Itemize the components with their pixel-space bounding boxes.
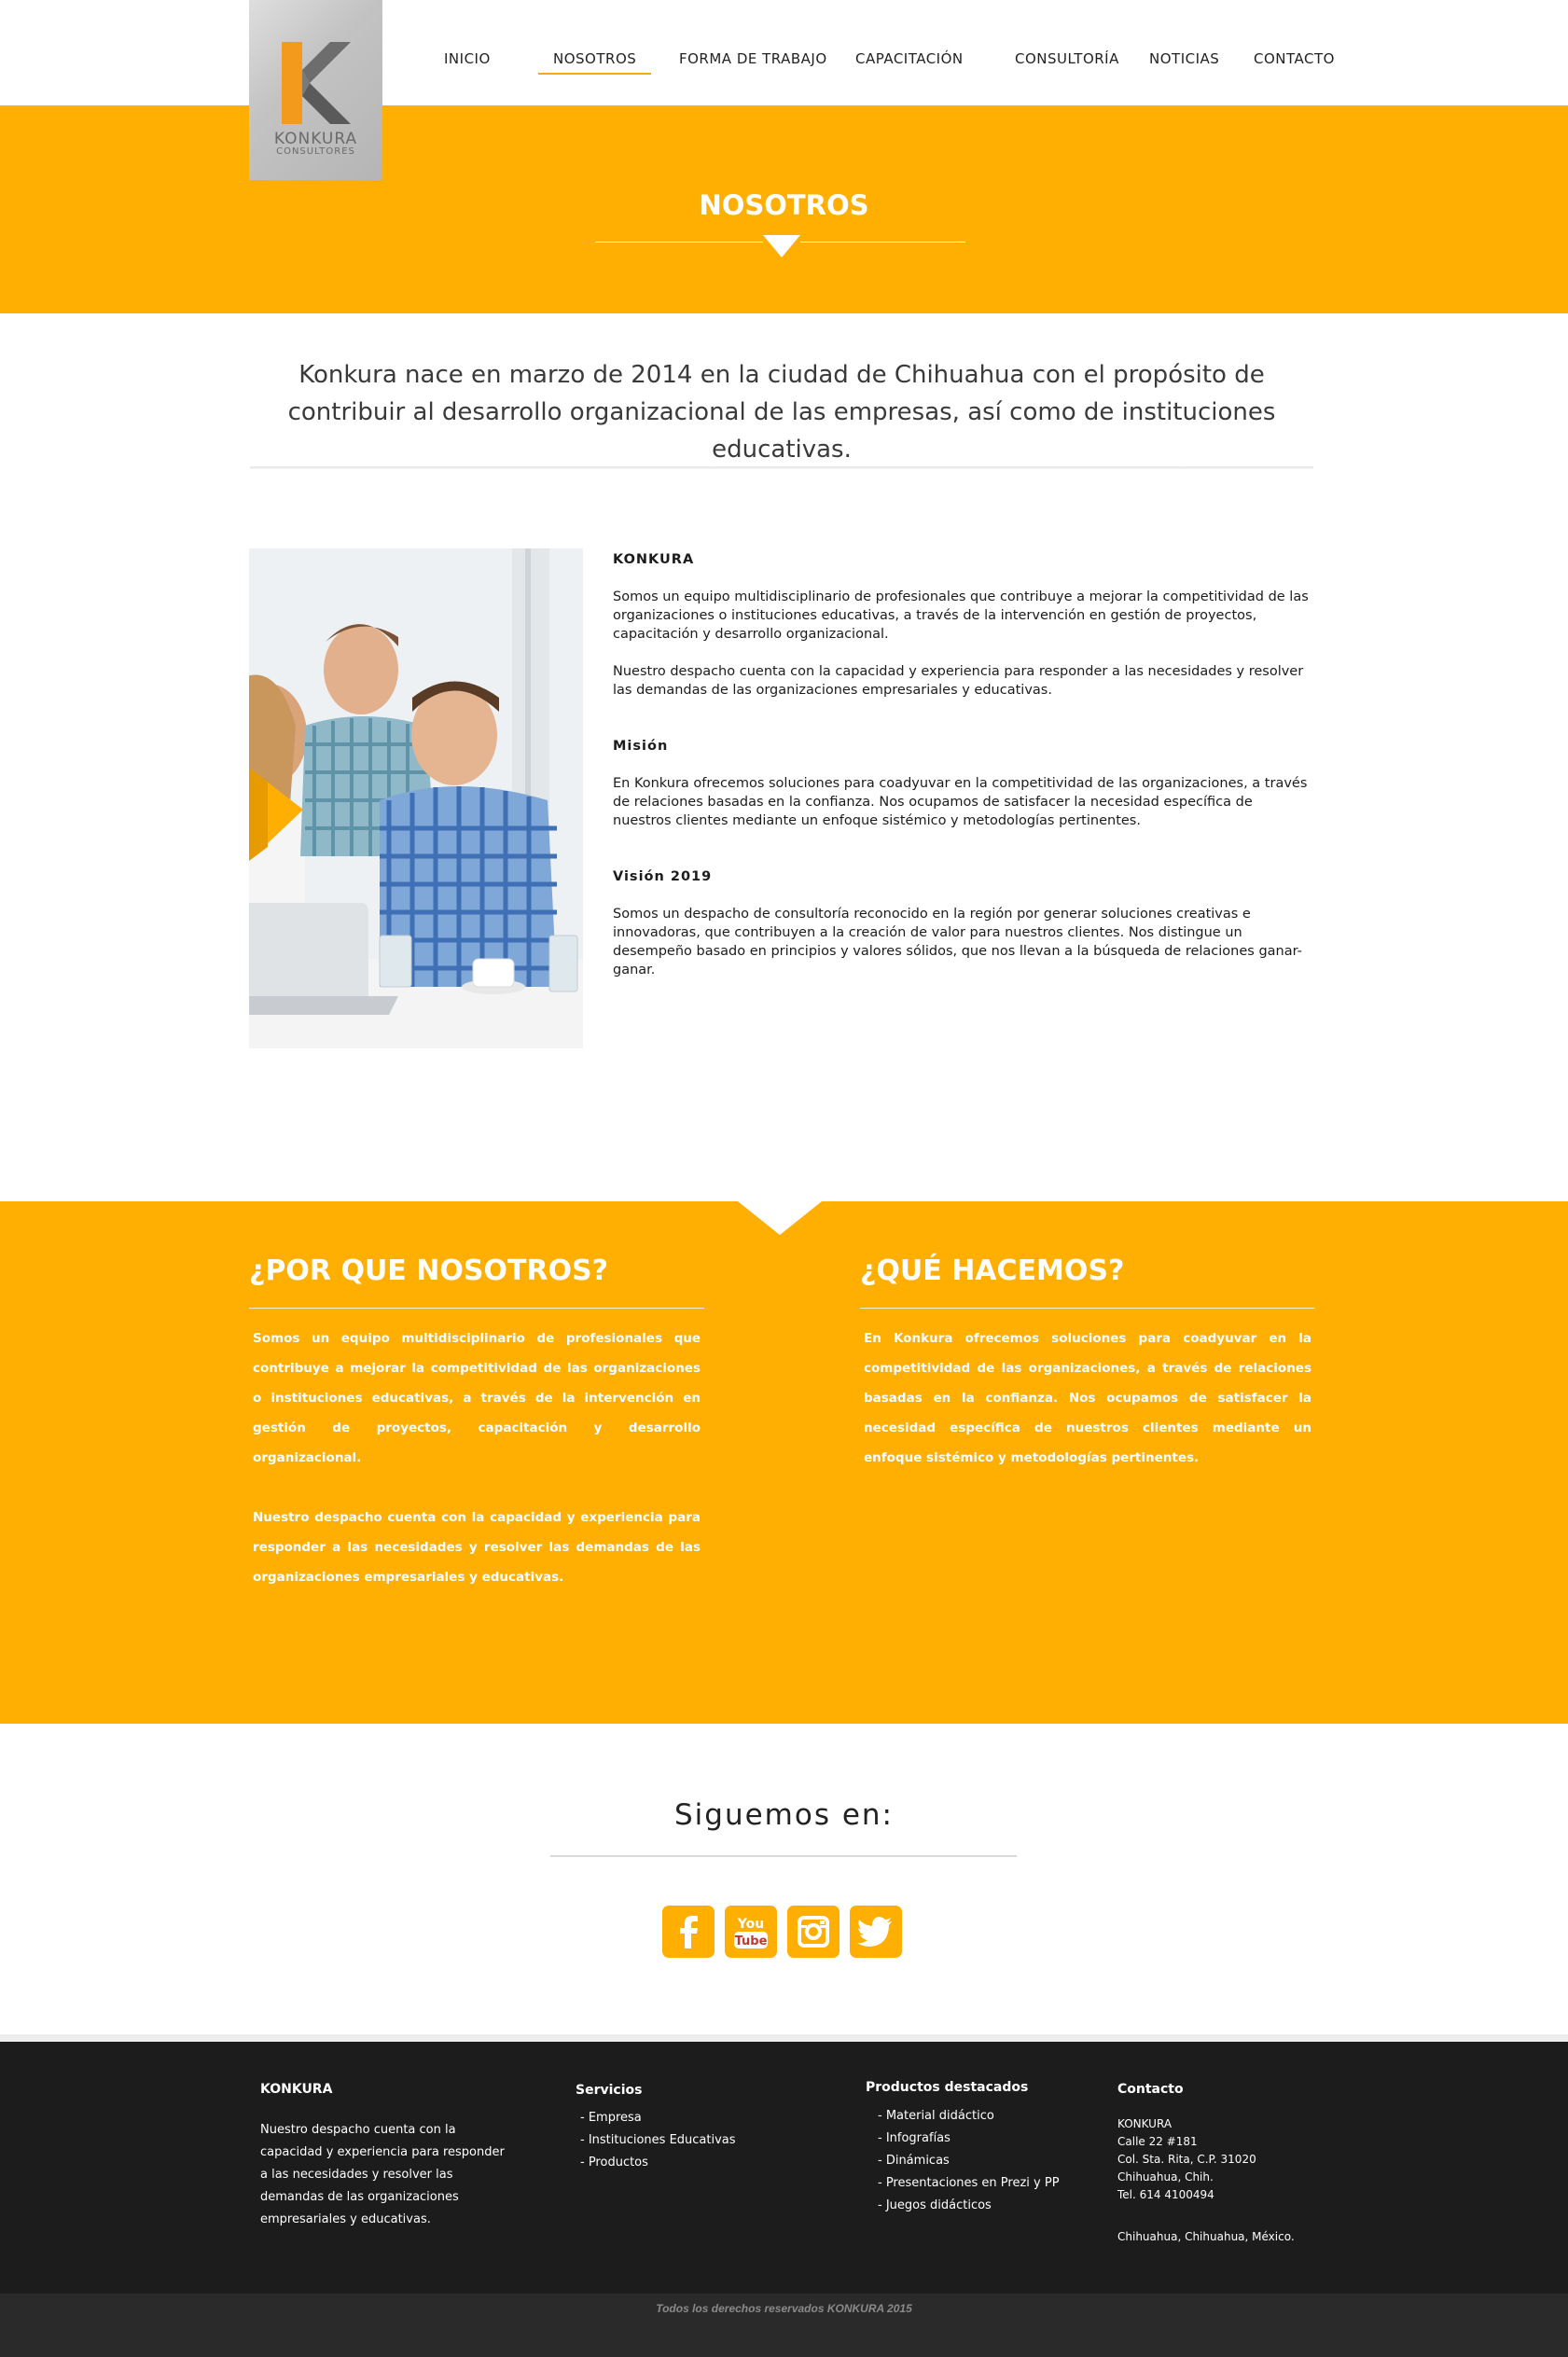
why-us-body: Somos un equipo multidisciplinario de pr…	[249, 1324, 704, 1592]
about-heading: KONKURA	[613, 552, 695, 567]
konkura-logo[interactable]: KONKURA CONSULTORES	[249, 0, 382, 180]
footer-link-empresa[interactable]: - Empresa	[580, 2107, 781, 2129]
footer-link-instituciones[interactable]: - Instituciones Educativas	[580, 2129, 781, 2152]
mision-heading: Misión	[613, 739, 669, 754]
about-paragraph-1: Somos un equipo multidisciplinario de pr…	[613, 589, 1309, 642]
intro-text: Konkura nace en marzo de 2014 en la ciud…	[287, 361, 1276, 464]
footer-contact-location: Chihuahua, Chihuahua, México.	[1117, 2230, 1295, 2243]
section-notch-icon	[738, 1201, 822, 1235]
page-title-band: NOSOTROS	[0, 105, 1568, 313]
footer-contact-phone[interactable]: Tel. 614 4100494	[1117, 2186, 1323, 2204]
nav-consultoria[interactable]: CONSULTORÍA	[1015, 50, 1119, 67]
footer-products-column: Productos destacados - Material didáctic…	[866, 2080, 1099, 2217]
why-us-column: ¿POR QUE NOSOTROS? Somos un equipo multi…	[249, 1257, 704, 1592]
youtube-label-tube: Tube	[735, 1934, 768, 1948]
what-we-do-title: ¿QUÉ HACEMOS?	[860, 1257, 1315, 1309]
youtube-label-you: You	[737, 1917, 764, 1932]
twitter-icon[interactable]	[850, 1906, 902, 1958]
why-what-section: ¿POR QUE NOSOTROS? Somos un equipo multi…	[0, 1201, 1568, 1724]
nav-forma-de-trabajo[interactable]: FORMA DE TRABAJO	[679, 50, 827, 67]
why-us-paragraph-1: Somos un equipo multidisciplinario de pr…	[253, 1331, 701, 1465]
site-header: KONKURA CONSULTORES INICIO NOSOTROS FORM…	[0, 0, 1568, 180]
team-photo	[249, 548, 583, 1048]
footer-contact-column: Contacto KONKURA Calle 22 #181 Col. Sta.…	[1117, 2082, 1323, 2246]
about-content: KONKURA Somos un equipo multidisciplinar…	[613, 550, 1312, 998]
why-us-title: ¿POR QUE NOSOTROS?	[249, 1257, 704, 1309]
copyright-text: Todos los derechos reservados KONKURA 20…	[656, 2302, 912, 2315]
footer-contact-line: Calle 22 #181	[1117, 2135, 1198, 2148]
footer-top-strip	[0, 2034, 1568, 2042]
youtube-icon[interactable]: You Tube	[725, 1906, 777, 1958]
footer-link-dinamicas[interactable]: - Dinámicas	[878, 2150, 1099, 2172]
what-we-do-column: ¿QUÉ HACEMOS? En Konkura ofrecemos soluc…	[860, 1257, 1315, 1473]
footer-link-juegos-didacticos[interactable]: - Juegos didácticos	[878, 2195, 1099, 2217]
vision-text: Somos un despacho de consultoría reconoc…	[613, 907, 1302, 977]
footer-services-heading: Servicios	[576, 2083, 643, 2098]
footer-link-material-didactico[interactable]: - Material didáctico	[878, 2105, 1099, 2128]
footer-about-column: KONKURA Nuestro despacho cuenta con la c…	[260, 2082, 512, 2231]
footer-about-text: Nuestro despacho cuenta con la capacidad…	[260, 2123, 505, 2226]
why-us-paragraph-2: Nuestro despacho cuenta con la capacidad…	[253, 1510, 701, 1585]
nav-nosotros[interactable]: NOSOTROS	[537, 50, 652, 75]
footer-link-productos[interactable]: - Productos	[580, 2152, 781, 2174]
footer-about-heading: KONKURA	[260, 2082, 333, 2097]
footer-contact-line: Chihuahua, Chih.	[1117, 2170, 1214, 2184]
down-arrow-icon	[763, 235, 800, 257]
footer-link-presentaciones[interactable]: - Presentaciones en Prezi y PP	[878, 2172, 1099, 2195]
intro-divider	[250, 466, 1313, 469]
social-divider	[550, 1855, 1017, 1857]
title-divider-left	[595, 242, 763, 243]
nav-noticias[interactable]: NOTICIAS	[1149, 50, 1219, 67]
nav-inicio[interactable]: INICIO	[444, 50, 491, 67]
nav-contacto[interactable]: CONTACTO	[1254, 50, 1335, 67]
title-divider-right	[800, 242, 965, 243]
footer-contact-line: Col. Sta. Rita, C.P. 31020	[1117, 2153, 1256, 2166]
social-title: Siguemos en:	[673, 1798, 895, 1832]
about-paragraph-2: Nuestro despacho cuenta con la capacidad…	[613, 664, 1304, 698]
instagram-icon[interactable]	[787, 1906, 840, 1958]
twitter-glyph-icon	[857, 1917, 892, 1947]
logo-subtitle: CONSULTORES	[276, 146, 355, 157]
nav-capacitacion[interactable]: CAPACITACIÓN	[855, 50, 964, 67]
footer-contact-heading: Contacto	[1117, 2082, 1184, 2097]
vision-heading: Visión 2019	[613, 869, 713, 884]
site-footer	[0, 2042, 1568, 2294]
mision-text: En Konkura ofrecemos soluciones para coa…	[613, 776, 1308, 828]
footer-contact-line: KONKURA	[1117, 2117, 1173, 2130]
facebook-icon[interactable]	[662, 1906, 715, 1958]
footer-link-infografias[interactable]: - Infografías	[878, 2128, 1099, 2150]
team-illustration	[249, 548, 583, 1048]
footer-services-column: Servicios - Empresa - Instituciones Educ…	[576, 2083, 781, 2174]
youtube-glyph-icon: You Tube	[734, 1917, 768, 1948]
instagram-glyph-icon	[798, 1916, 829, 1948]
facebook-glyph-icon	[680, 1916, 698, 1948]
konkura-k-mark-icon	[282, 42, 351, 124]
logo-name: KONKURA	[273, 130, 358, 148]
what-we-do-body: En Konkura ofrecemos soluciones para coa…	[860, 1324, 1315, 1473]
what-we-do-paragraph: En Konkura ofrecemos soluciones para coa…	[864, 1331, 1311, 1465]
page-title: NOSOTROS	[699, 189, 869, 221]
footer-products-heading: Productos destacados	[866, 2080, 1029, 2095]
